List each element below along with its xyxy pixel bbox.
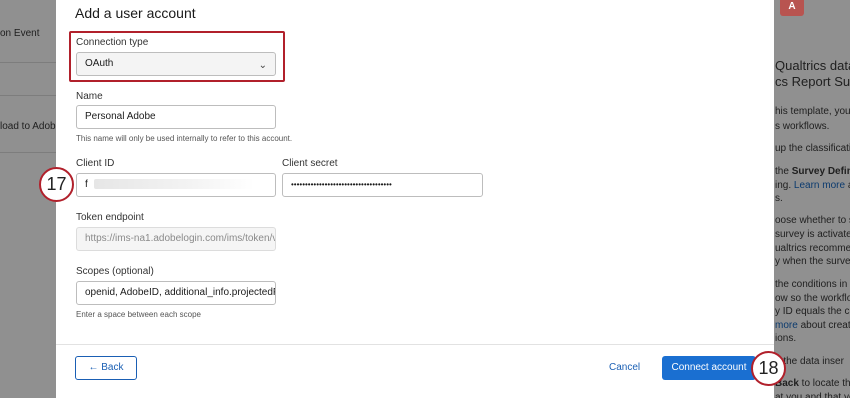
token-endpoint-field: https://ims-na1.adobelogin.com/ims/token… — [76, 227, 276, 251]
scopes-label: Scopes (optional) — [76, 266, 154, 277]
right-panel-line: ions. — [775, 333, 797, 344]
right-panel-line: at you and that you — [775, 392, 850, 398]
right-panel-line: s workflows. — [775, 121, 830, 132]
cancel-button[interactable]: Cancel — [609, 356, 640, 380]
divider — [0, 152, 56, 153]
right-panel-bold-text: Survey Defin — [791, 166, 850, 177]
right-panel-link[interactable]: more — [775, 320, 798, 331]
connect-account-button[interactable]: Connect account — [662, 356, 756, 380]
right-panel-line: his template, you'l — [775, 106, 850, 117]
name-label: Name — [76, 91, 103, 102]
client-secret-field[interactable]: •••••••••••••••••••••••••••••••••••• — [282, 173, 483, 197]
right-panel-line: the conditions in — [775, 279, 848, 290]
name-hint: This name will only be used internally t… — [76, 134, 293, 143]
add-user-account-modal: Add a user account Connection type OAuth… — [56, 0, 774, 398]
client-id-value: f — [85, 179, 88, 190]
left-list-item: load to Adobe — [0, 121, 56, 132]
connection-type-select[interactable]: OAuth ⌄ — [76, 52, 276, 76]
right-panel-line: more about creati — [775, 320, 850, 331]
name-field[interactable]: Personal Adobe — [76, 105, 276, 129]
client-secret-label: Client secret — [282, 158, 338, 169]
scopes-hint: Enter a space between each scope — [76, 310, 201, 319]
connection-type-label: Connection type — [76, 37, 149, 48]
right-panel-link[interactable]: Learn more — [794, 180, 845, 191]
modal-title: Add a user account — [75, 5, 196, 21]
token-endpoint-label: Token endpoint — [76, 212, 144, 223]
footer-divider — [56, 344, 774, 345]
back-button[interactable]: ← Back — [75, 356, 137, 380]
redacted-blur — [93, 179, 254, 190]
adobe-logo-icon: A — [780, 0, 804, 16]
connection-type-value: OAuth — [85, 58, 114, 69]
right-panel-line: the Survey Defin — [775, 166, 850, 177]
right-panel-title: cs Report Suit — [775, 74, 850, 89]
right-panel-title: Qualtrics data f — [775, 58, 850, 73]
right-panel-line: y when the survey — [775, 256, 850, 267]
step-18-badge: 18 — [751, 351, 786, 386]
left-list-item: on Event — [0, 28, 40, 39]
divider — [0, 62, 56, 63]
client-id-field[interactable]: f — [76, 173, 276, 197]
right-panel-line: survey is activated — [775, 229, 850, 240]
divider — [0, 95, 56, 96]
right-panel-line: ualtrics recommend — [775, 243, 850, 254]
right-panel-line: oose whether to st — [775, 215, 850, 226]
client-id-label: Client ID — [76, 158, 115, 169]
arrow-left-icon: ← — [88, 362, 99, 373]
chevron-down-icon: ⌄ — [258, 60, 267, 71]
scopes-field[interactable]: openid, AdobeID, additional_info.project… — [76, 281, 276, 305]
right-panel-line: s. — [775, 193, 783, 204]
step-17-badge: 17 — [39, 167, 74, 202]
right-panel-line: ow so the workflow — [775, 293, 850, 304]
right-panel-line: ing. Learn more ab — [775, 180, 850, 191]
back-button-label: Back — [101, 362, 124, 373]
right-panel-line: Back to locate th — [775, 378, 850, 389]
right-panel-line: up the classificati — [775, 143, 850, 154]
right-panel-line: y ID equals the co — [775, 306, 850, 317]
